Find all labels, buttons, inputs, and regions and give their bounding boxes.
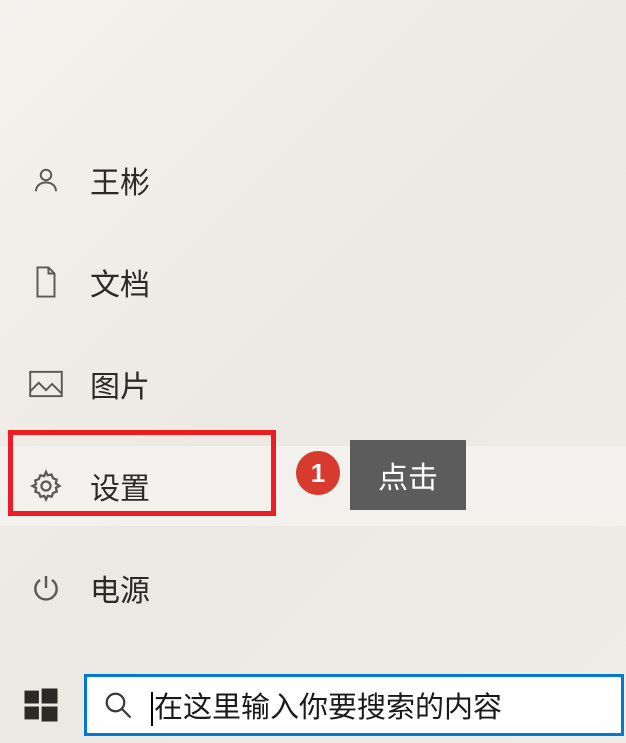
search-icon [103, 690, 133, 720]
power-icon [28, 570, 64, 606]
taskbar: 在这里输入你要搜索的内容 [0, 669, 626, 741]
menu-items: 王彬 文档 图片 [0, 140, 626, 650]
menu-item-label: 图片 [90, 362, 150, 406]
start-button[interactable] [0, 669, 82, 741]
gear-icon [28, 468, 64, 504]
menu-item-user[interactable]: 王彬 [0, 140, 626, 220]
menu-item-label: 王彬 [90, 158, 150, 202]
search-placeholder: 在这里输入你要搜索的内容 [151, 684, 502, 726]
document-icon [28, 264, 64, 300]
menu-item-pictures[interactable]: 图片 [0, 344, 626, 424]
windows-logo-icon [23, 687, 59, 723]
search-input[interactable]: 在这里输入你要搜索的内容 [84, 674, 624, 736]
menu-item-power[interactable]: 电源 [0, 548, 626, 628]
menu-item-label: 设置 [90, 464, 150, 508]
menu-item-label: 电源 [90, 566, 150, 610]
menu-item-documents[interactable]: 文档 [0, 242, 626, 322]
menu-item-label: 文档 [90, 260, 150, 304]
image-icon [28, 366, 64, 402]
annotation-step-label: 点击 [350, 440, 466, 510]
annotation-step-badge: 1 [296, 451, 340, 495]
user-icon [28, 162, 64, 198]
start-menu: 王彬 文档 图片 [0, 0, 626, 743]
